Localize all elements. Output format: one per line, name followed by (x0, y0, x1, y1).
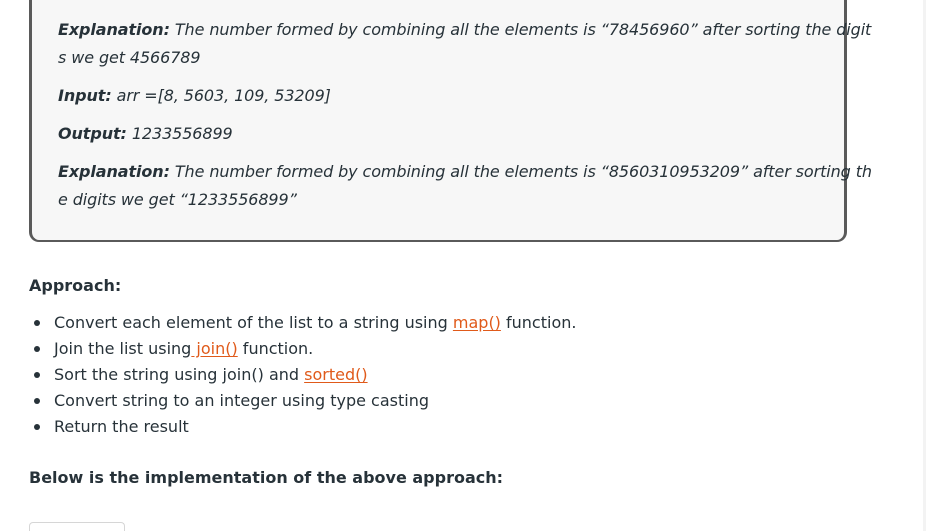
input-label: Input: (58, 86, 112, 105)
bullet-icon (34, 320, 40, 326)
bullet-icon (34, 398, 40, 404)
input-line: Input: arr =[8, 5603, 109, 53209] (58, 82, 331, 110)
implementation-heading: Below is the implementation of the above… (29, 468, 504, 487)
bullet-icon (34, 424, 40, 430)
step-text: Convert string to an integer using type … (54, 391, 429, 410)
explanation-1-label: Explanation: (58, 20, 170, 39)
step-text: Sort the string using join() and (54, 365, 305, 384)
step-text: Convert each element of the list to a st… (54, 313, 453, 332)
bullet-icon (34, 346, 40, 352)
step-text-after: function. (237, 339, 314, 358)
explanation-2-label: Explanation: (58, 162, 170, 181)
approach-steps-list: Convert each element of the list to a st… (29, 310, 576, 440)
bullet-icon (34, 372, 40, 378)
output-value: 1233556899 (126, 124, 233, 143)
explanation-2-line-2: e digits we get “1233556899” (58, 190, 297, 209)
output-label: Output: (58, 124, 127, 143)
code-language-tab[interactable] (29, 522, 125, 531)
step-text: Return the result (54, 417, 189, 436)
join-link[interactable]: join() (191, 339, 237, 358)
explanation-2-line-1: Explanation: The number formed by combin… (58, 158, 872, 186)
list-item: Convert string to an integer using type … (29, 388, 576, 414)
input-value: arr =[8, 5603, 109, 53209] (111, 86, 331, 105)
step-text-after: function. (500, 313, 577, 332)
list-item: Join the list using join() function. (29, 336, 576, 362)
explanation-1-line-1: Explanation: The number formed by combin… (58, 16, 871, 44)
list-item: Return the result (29, 414, 576, 440)
list-item: Sort the string using join() and sorted(… (29, 362, 576, 388)
list-item: Convert each element of the list to a st… (29, 310, 576, 336)
sorted-link[interactable]: sorted() (304, 365, 367, 384)
approach-heading: Approach: (29, 276, 122, 295)
explanation-2-text: The number formed by combining all the e… (169, 162, 872, 181)
map-link[interactable]: map() (453, 313, 501, 332)
explanation-1-text: The number formed by combining all the e… (169, 20, 872, 39)
output-line: Output: 1233556899 (58, 120, 233, 148)
article-page: Explanation: The number formed by combin… (0, 0, 926, 531)
explanation-1-line-2: s we get 4566789 (58, 48, 201, 67)
step-text: Join the list using (54, 339, 192, 358)
